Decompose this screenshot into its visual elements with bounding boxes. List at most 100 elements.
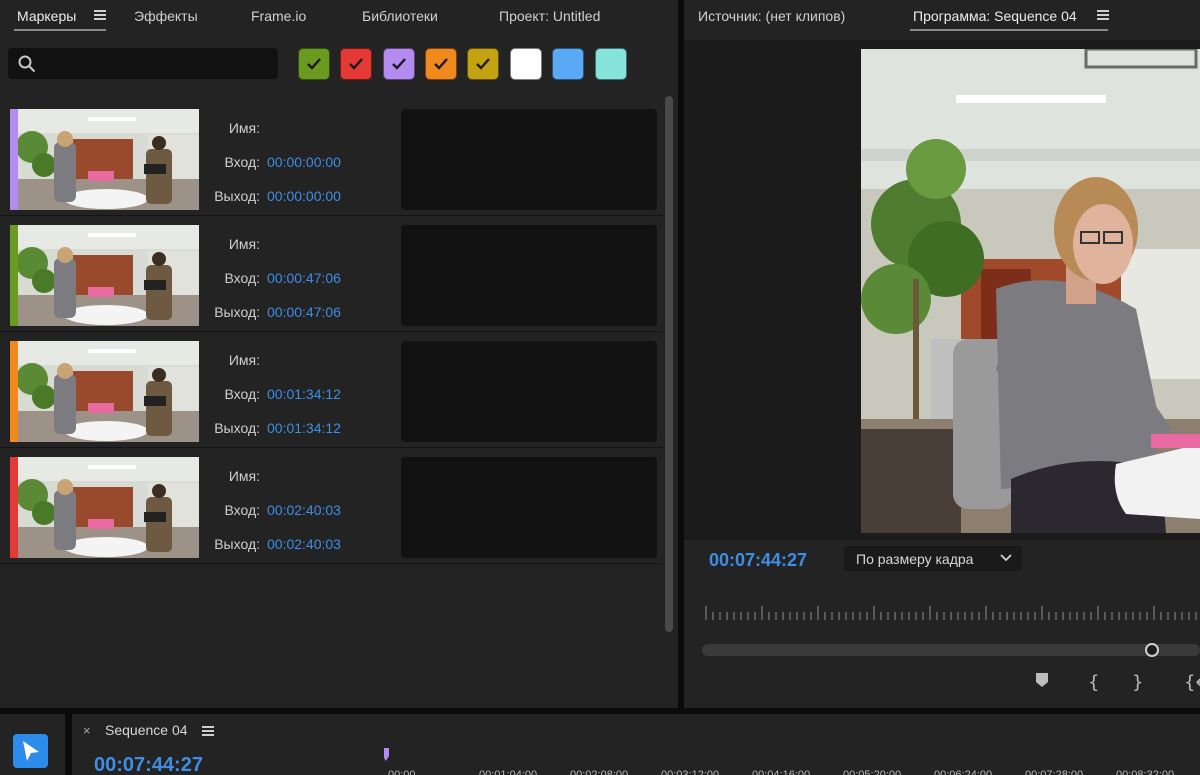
color-filter-orange[interactable] — [425, 48, 457, 80]
tab-project[interactable]: Проект: Untitled — [499, 8, 600, 24]
marker-in-timecode[interactable]: 00:01:34:12 — [267, 386, 341, 402]
program-timecode[interactable]: 00:07:44:27 — [709, 550, 807, 571]
mark-in-icon[interactable]: { — [1088, 672, 1099, 693]
timeline-marker[interactable] — [384, 748, 390, 762]
add-marker-icon[interactable] — [1035, 672, 1049, 693]
video-frame-image — [861, 49, 1200, 533]
marker-thumbnail[interactable] — [18, 341, 199, 442]
program-video-frame[interactable] — [861, 49, 1200, 533]
timeline-tick-label: 00:08:32:00 — [1116, 769, 1175, 775]
tab-program-monitor[interactable]: Программа: Sequence 04 — [913, 8, 1077, 24]
markers-panel: Маркеры Эффекты Frame.io Библиотеки Прое… — [0, 0, 678, 708]
tab-effects[interactable]: Эффекты — [134, 8, 198, 24]
marker-thumbnail[interactable] — [18, 225, 199, 326]
timeline-menu-icon[interactable] — [202, 726, 214, 736]
marker-color-strip — [10, 341, 18, 442]
color-filter-red[interactable] — [340, 48, 372, 80]
color-filter-blue[interactable] — [552, 48, 584, 80]
marker-field-labels: Имя: Вход: Выход: — [200, 100, 260, 216]
marker-in-label: Вход: — [224, 502, 260, 518]
marker-color-strip — [10, 225, 18, 326]
marker-thumbnail-image — [18, 225, 199, 326]
marker-out-label: Выход: — [214, 304, 260, 320]
marker-thumbnail-image — [18, 457, 199, 558]
mark-out-icon[interactable]: } — [1132, 672, 1143, 693]
marker-color-strip — [10, 457, 18, 558]
left-tab-bar: Маркеры Эффекты Frame.io Библиотеки Прое… — [0, 0, 678, 36]
checkmark-icon — [307, 58, 321, 70]
marker-in-label: Вход: — [224, 386, 260, 402]
fit-zoom-select[interactable]: По размеру кадра — [844, 546, 1022, 571]
marker-name-label: Имя: — [228, 120, 260, 136]
marker-thumbnail-image — [18, 341, 199, 442]
marker-out-timecode[interactable]: 00:02:40:03 — [267, 536, 341, 552]
marker-color-strip — [10, 109, 18, 210]
marker-field-labels: Имя: Вход: Выход: — [200, 448, 260, 564]
marker-comment-field[interactable] — [401, 341, 657, 442]
checkmark-icon — [392, 58, 406, 70]
color-filter-violet[interactable] — [383, 48, 415, 80]
tab-source-monitor[interactable]: Источник: (нет клипов) — [698, 8, 845, 24]
timeline-timecode[interactable]: 00:07:44:27 — [94, 754, 203, 775]
scrub-bar[interactable] — [702, 644, 1200, 656]
markers-scrollbar[interactable] — [665, 96, 673, 632]
timeline-tick-label: 00:00 — [388, 769, 416, 775]
tab-markers[interactable]: Маркеры — [17, 8, 76, 24]
sequence-tab-title[interactable]: Sequence 04 — [105, 722, 188, 738]
marker-out-label: Выход: — [214, 536, 260, 552]
checkmark-icon — [476, 58, 490, 70]
active-tab-underline — [910, 29, 1108, 31]
marker-row[interactable]: Имя: Вход: Выход: 00:00:47:06 00:00:47:06 — [0, 216, 662, 332]
marker-out-timecode[interactable]: 00:00:47:06 — [267, 304, 341, 320]
marker-list: Имя: Вход: Выход: 00:00:00:00 00:00:00:00 Имя… — [0, 100, 662, 564]
marker-thumbnail[interactable] — [18, 109, 199, 210]
color-filter-cyan[interactable] — [595, 48, 627, 80]
time-ruler[interactable] — [702, 600, 1200, 624]
marker-name-label: Имя: — [228, 352, 260, 368]
timeline-tick-label: 00:04:16:00 — [752, 769, 811, 775]
marker-field-labels: Имя: Вход: Выход: — [200, 332, 260, 448]
marker-out-label: Выход: — [214, 188, 260, 204]
timeline-tick-label: 00:03:12:00 — [661, 769, 720, 775]
close-sequence-icon[interactable]: × — [83, 723, 91, 738]
program-panel-menu-icon[interactable] — [1097, 10, 1109, 20]
marker-comment-field[interactable] — [401, 109, 657, 210]
selection-tool-button[interactable] — [13, 734, 48, 768]
marker-out-timecode[interactable]: 00:01:34:12 — [267, 420, 341, 436]
zoom-select-label: По размеру кадра — [856, 551, 974, 567]
timeline-tick-label: 00:06:24:00 — [934, 769, 993, 775]
color-filter-white[interactable] — [510, 48, 542, 80]
marker-row[interactable]: Имя: Вход: Выход: 00:01:34:12 00:01:34:12 — [0, 332, 662, 448]
search-icon — [18, 55, 36, 73]
marker-out-timecode[interactable]: 00:00:00:00 — [267, 188, 341, 204]
program-monitor-panel: Источник: (нет клипов) Программа: Sequen… — [684, 0, 1200, 708]
timeline-tick-label: 00:07:28:00 — [1025, 769, 1084, 775]
marker-name-label: Имя: — [228, 236, 260, 252]
timeline-panel: × Sequence 04 00:07:44:27 00:00 00:01:04:… — [72, 714, 1200, 775]
active-tab-underline — [14, 29, 106, 31]
marker-in-timecode[interactable]: 00:02:40:03 — [267, 502, 341, 518]
marker-comment-field[interactable] — [401, 225, 657, 326]
tools-panel — [0, 714, 65, 775]
tab-libraries[interactable]: Библиотеки — [362, 8, 438, 24]
timeline-tick-label: 00:01:04:00 — [479, 769, 538, 775]
marker-row[interactable]: Имя: Вход: Выход: 00:00:00:00 00:00:00:00 — [0, 100, 662, 216]
marker-row[interactable]: Имя: Вход: Выход: 00:02:40:03 00:02:40:03 — [0, 448, 662, 564]
marker-name-label: Имя: — [228, 468, 260, 484]
playhead-handle[interactable] — [1145, 643, 1159, 657]
marker-in-timecode[interactable]: 00:00:00:00 — [267, 154, 341, 170]
search-input[interactable] — [48, 52, 268, 74]
color-filter-yellow[interactable] — [467, 48, 499, 80]
color-filter-green[interactable] — [298, 48, 330, 80]
checkmark-icon — [349, 58, 363, 70]
markers-panel-menu-icon[interactable] — [94, 10, 106, 20]
selection-arrow-icon — [23, 741, 39, 761]
marker-in-label: Вход: — [224, 270, 260, 286]
marker-comment-field[interactable] — [401, 457, 657, 558]
marker-search-box[interactable] — [8, 48, 278, 79]
tab-frameio[interactable]: Frame.io — [251, 8, 306, 24]
go-to-in-icon[interactable]: {← — [1184, 672, 1200, 693]
marker-thumbnail-image — [18, 109, 199, 210]
marker-thumbnail[interactable] — [18, 457, 199, 558]
marker-in-timecode[interactable]: 00:00:47:06 — [267, 270, 341, 286]
